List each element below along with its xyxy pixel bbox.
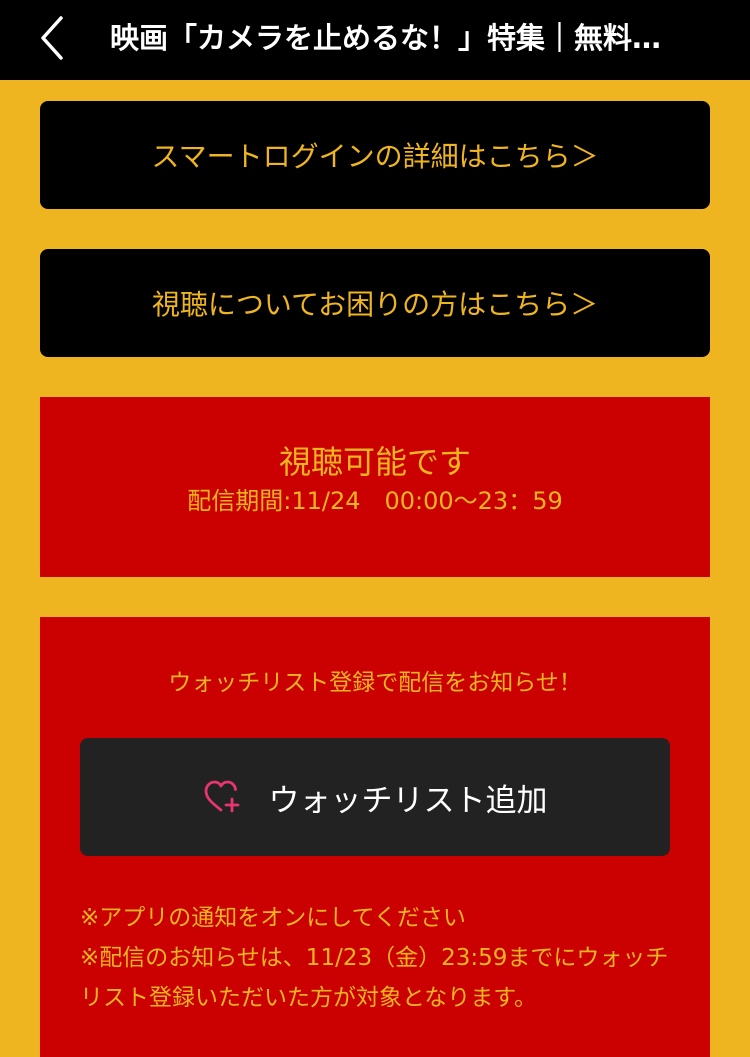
smart-login-details-button[interactable]: スマートログインの詳細はこちら＞ [40,101,710,209]
availability-panel: 視聴可能です 配信期間:11/24 00:00～23：59 [40,397,710,577]
chevron-left-icon [41,16,63,60]
add-to-watchlist-button[interactable]: ウォッチリスト追加 [80,738,670,856]
viewing-help-button[interactable]: 視聴についてお困りの方はこちら＞ [40,249,710,357]
note-notification-eligibility: ※配信のお知らせは、11/23（金）23:59までにウォッチリスト登録いただいた… [80,945,669,1011]
heart-plus-icon [203,777,243,817]
add-to-watchlist-label: ウォッチリスト追加 [268,782,548,819]
note-enable-notifications: ※アプリの通知をオンにしてください [80,905,466,931]
watchlist-notes: ※アプリの通知をオンにしてください ※配信のお知らせは、11/23（金）23:5… [80,898,670,1018]
back-button[interactable] [22,8,82,68]
watchlist-panel: ウォッチリスト登録で配信をお知らせ！ ウォッチリスト追加 ※アプリの通知をオンに… [40,617,710,1057]
watchlist-lead-text: ウォッチリスト登録で配信をお知らせ！ [168,670,582,696]
page-title: 映画「カメラを止めるな！」特集｜無料… [110,21,662,55]
availability-status: 視聴可能です [278,443,471,481]
header-bar: 映画「カメラを止めるな！」特集｜無料… [0,0,750,80]
distribution-period: 配信期間:11/24 00:00～23：59 [187,487,563,515]
